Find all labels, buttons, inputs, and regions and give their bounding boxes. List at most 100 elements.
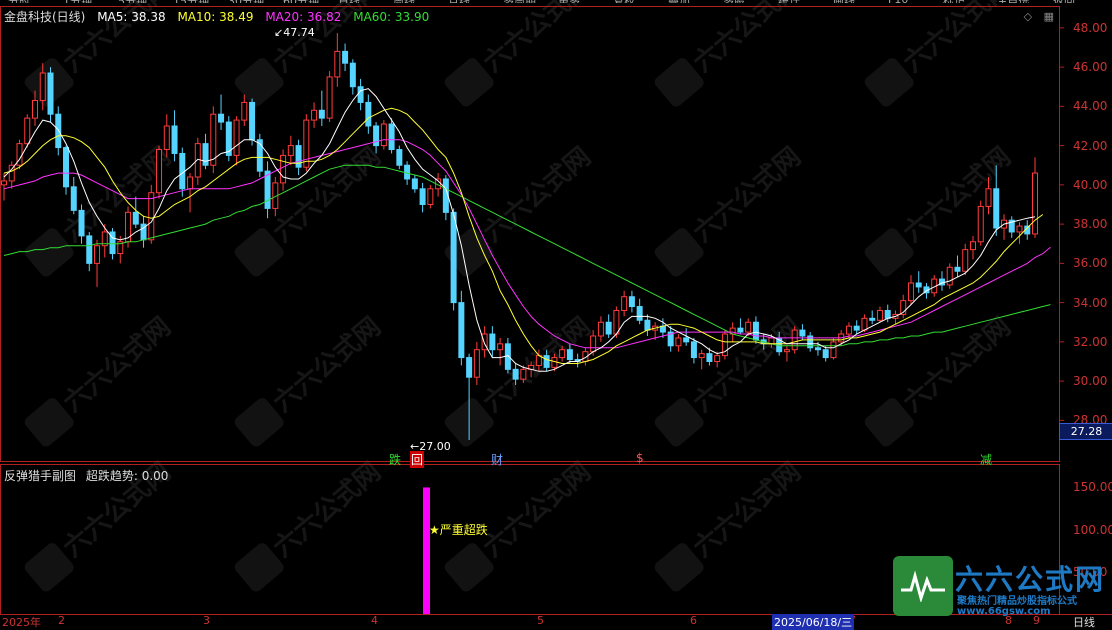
- sub-y-tick-label: 100.00: [1073, 522, 1112, 537]
- grid-icon[interactable]: ▦: [1044, 10, 1054, 23]
- candle-body: [605, 321, 612, 335]
- top-menu-item[interactable]: 日线: [338, 0, 360, 3]
- candle-body: [404, 164, 411, 180]
- top-menu-item[interactable]: 多股: [723, 0, 745, 3]
- candle-body: [24, 117, 31, 145]
- top-menu-item[interactable]: F10: [888, 0, 908, 3]
- top-menu-item[interactable]: 复权: [613, 0, 635, 3]
- candle-body: [907, 282, 914, 302]
- y-tick-label: 44.00: [1073, 99, 1108, 114]
- candle-body: [737, 327, 744, 333]
- candle-body: [489, 333, 496, 351]
- candle-body: [566, 349, 573, 361]
- top-menu-item[interactable]: 分时: [8, 0, 30, 3]
- candle-body: [171, 125, 178, 154]
- candle-body: [791, 329, 798, 351]
- candle-body: [977, 205, 984, 243]
- candle-body: [1032, 172, 1038, 235]
- diamond-icon[interactable]: ◇: [1024, 10, 1032, 23]
- candle-body: [504, 343, 511, 370]
- candle-body: [396, 149, 403, 166]
- window-controls: ◇ ▦: [1024, 10, 1054, 23]
- candle-body: [39, 72, 46, 101]
- candle-body: [63, 147, 70, 188]
- top-menu-item[interactable]: 5分钟: [118, 0, 147, 3]
- top-menu-item[interactable]: 返回: [1053, 0, 1075, 3]
- top-menu-item[interactable]: 月线: [448, 0, 470, 3]
- candle-body: [342, 50, 349, 64]
- y-tick-label: 36.00: [1073, 256, 1108, 271]
- candle-body: [264, 170, 271, 209]
- top-menu-item[interactable]: 叠加: [668, 0, 690, 3]
- badge-hui[interactable]: 回: [410, 451, 425, 468]
- top-menu-item[interactable]: 更多: [558, 0, 580, 3]
- candle-body: [179, 152, 186, 190]
- stock-title[interactable]: 金盘科技(日线): [4, 10, 85, 24]
- badge-jian[interactable]: 减: [980, 451, 992, 468]
- x-tick-label: 2025年: [2, 616, 41, 629]
- candle-body: [915, 282, 922, 288]
- candle-body: [357, 86, 364, 103]
- candle-body: [861, 317, 868, 331]
- ma10-label: MA10: 38.49: [177, 10, 254, 24]
- candle-body: [822, 349, 829, 359]
- candle-body: [993, 188, 1000, 229]
- candle-body: [551, 357, 558, 368]
- high-annotation: ↙47.74: [274, 26, 315, 39]
- top-menu-item[interactable]: 周线: [393, 0, 415, 3]
- signal-bar: [423, 487, 430, 614]
- candle-body: [706, 353, 713, 362]
- top-menu-item[interactable]: +自选: [998, 0, 1029, 3]
- candle-body: [132, 211, 139, 225]
- candle-body: [799, 329, 806, 337]
- candle-body: [349, 62, 356, 88]
- candle-body: [535, 355, 542, 366]
- y-tick-label: 46.00: [1073, 60, 1108, 75]
- candle-body: [249, 101, 256, 141]
- badge-die[interactable]: 跌: [389, 451, 401, 468]
- candle-body: [280, 154, 287, 184]
- candle-body: [156, 149, 163, 194]
- y-tick-label: 38.00: [1073, 217, 1108, 232]
- candle-body: [543, 355, 550, 368]
- y-tick-label: 40.00: [1073, 177, 1108, 192]
- top-menu-item[interactable]: 30分钟: [228, 0, 264, 3]
- last-price-tag: 27.28: [1059, 423, 1112, 440]
- candle-body: [32, 99, 39, 119]
- x-axis-selected-date: 2025/06/18/三: [772, 614, 855, 630]
- candle-body: [954, 266, 961, 272]
- y-tick-label: 32.00: [1073, 334, 1108, 349]
- top-menu-item[interactable]: 统计: [778, 0, 800, 3]
- candle-body: [884, 309, 891, 319]
- sub-indicator-title[interactable]: 反弹猎手副图: [4, 469, 76, 483]
- top-menu-item[interactable]: 1分钟: [63, 0, 92, 3]
- candle-body: [218, 113, 225, 123]
- candle-body: [380, 123, 387, 147]
- candle-body: [853, 325, 860, 331]
- badge-s[interactable]: $: [636, 451, 644, 465]
- x-tick-label: 6: [690, 614, 697, 627]
- candle-body: [783, 349, 790, 353]
- candle-body: [55, 113, 62, 149]
- candle-body: [473, 349, 480, 378]
- candle-body: [148, 192, 155, 241]
- candle-body: [163, 125, 170, 151]
- period-label[interactable]: 日线: [1073, 614, 1095, 630]
- y-tick-label: 48.00: [1073, 20, 1108, 35]
- top-menu-item[interactable]: 多周期: [503, 0, 536, 3]
- candle-body: [845, 325, 852, 335]
- top-menu-item[interactable]: 画线: [833, 0, 855, 3]
- top-menu-item[interactable]: 15分钟: [173, 0, 209, 3]
- logo-mark-icon: [893, 556, 953, 616]
- badge-cai[interactable]: 财: [491, 451, 503, 468]
- candle-body: [628, 296, 635, 308]
- candle-body: [520, 368, 527, 380]
- top-menu-item[interactable]: 标记: [943, 0, 965, 3]
- candle-body: [675, 337, 682, 347]
- candle-body: [86, 235, 93, 264]
- candle-body: [636, 306, 643, 321]
- top-menu-item[interactable]: 60分钟: [283, 0, 319, 3]
- candle-body: [985, 188, 992, 207]
- candle-body: [318, 109, 325, 119]
- candle-body: [962, 249, 969, 272]
